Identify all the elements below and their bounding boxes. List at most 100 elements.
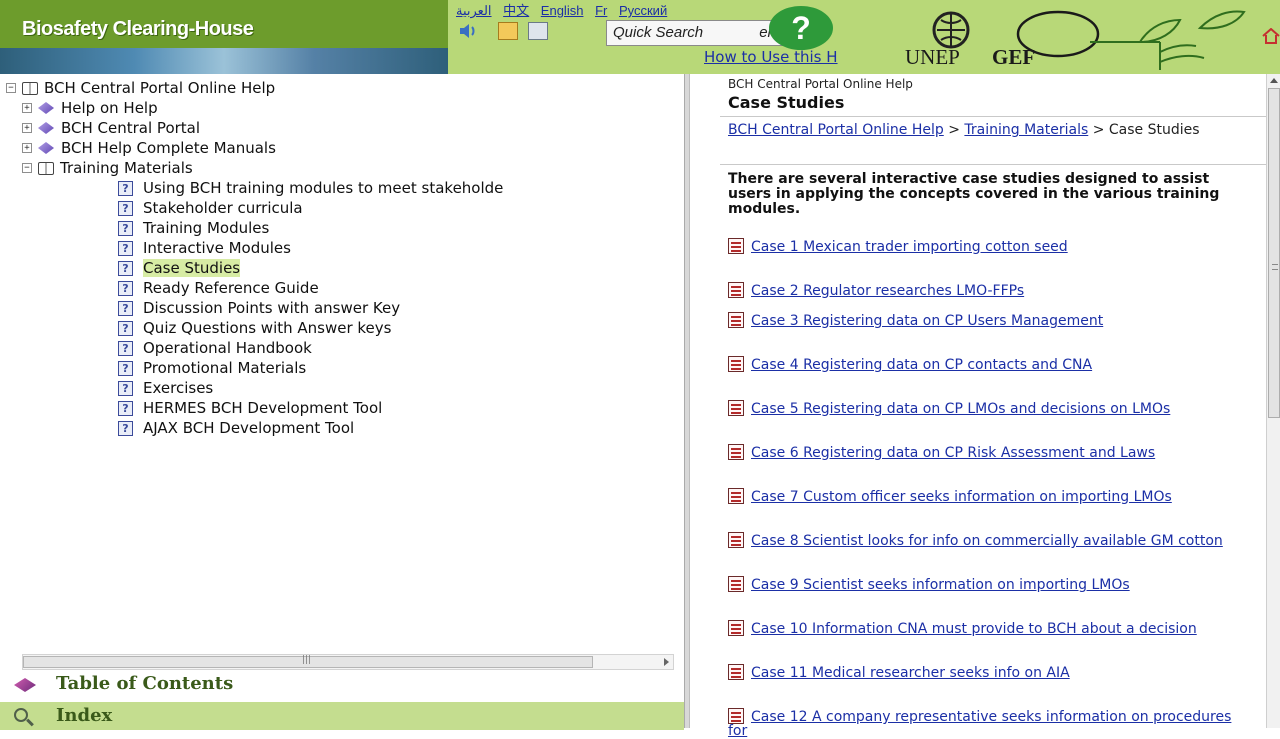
case-study-link[interactable]: Case 12 A company representative seeks i… — [728, 708, 1238, 738]
tree-item[interactable]: ? Quiz Questions with Answer keys — [118, 318, 391, 338]
tree-item[interactable]: ? Operational Handbook — [118, 338, 312, 358]
tree-item[interactable]: + BCH Help Complete Manuals — [22, 138, 276, 158]
scrollbar-thumb[interactable]: ||| — [23, 655, 593, 668]
tab-index[interactable]: Index — [0, 702, 684, 730]
collapse-toggle-icon[interactable]: − — [6, 83, 16, 93]
language-link-french[interactable]: Fr — [595, 3, 607, 18]
thumb-grip: ||| — [302, 655, 312, 665]
tree-item[interactable]: ? Promotional Materials — [118, 358, 306, 378]
tree-root[interactable]: − BCH Central Portal Online Help — [6, 78, 275, 98]
topic-diamond-icon — [38, 102, 54, 114]
language-link-arabic[interactable]: العربية — [456, 3, 492, 18]
help-tree: − BCH Central Portal Online Help + Help o… — [0, 74, 684, 649]
tree-item[interactable]: ? Interactive Modules — [118, 238, 291, 258]
pdf-icon — [728, 576, 744, 592]
tree-item-label: BCH Central Portal — [61, 119, 201, 137]
leaf-logo-icon — [1016, 10, 1246, 70]
collapse-toggle-icon[interactable]: − — [22, 163, 32, 173]
case-study-link[interactable]: Case 6 Registering data on CP Risk Asses… — [728, 444, 1238, 460]
case-study-link-label: Case 7 Custom officer seeks information … — [751, 489, 1172, 505]
help-page-icon: ? — [118, 340, 133, 356]
language-link-russian[interactable]: Русский — [619, 3, 667, 18]
case-study-link[interactable]: Case 10 Information CNA must provide to … — [728, 620, 1238, 636]
pdf-icon — [728, 400, 744, 416]
scrollbar-thumb[interactable] — [1268, 88, 1280, 418]
breadcrumb: BCH Central Portal Online Help > Trainin… — [728, 123, 1218, 138]
favorites-icon[interactable] — [498, 22, 518, 40]
language-link-english[interactable]: English — [541, 3, 584, 18]
case-study-link[interactable]: Case 5 Registering data on CP LMOs and d… — [728, 400, 1238, 416]
tree-item[interactable]: ? AJAX BCH Development Tool — [118, 418, 354, 438]
tab-table-of-contents[interactable]: Table of Contents — [0, 670, 684, 698]
help-icon[interactable]: ? — [769, 6, 833, 50]
tree-item-label: Interactive Modules — [143, 239, 291, 257]
horizontal-scrollbar[interactable]: ||| — [22, 654, 674, 670]
tree-item[interactable]: ? Discussion Points with answer Key — [118, 298, 400, 318]
open-book-icon — [22, 81, 38, 95]
home-icon[interactable] — [1262, 28, 1280, 44]
help-page-icon: ? — [118, 320, 133, 336]
case-study-link[interactable]: Case 11 Medical researcher seeks info on… — [728, 664, 1238, 680]
tree-item[interactable]: + Help on Help — [22, 98, 158, 118]
quick-search-input[interactable]: Quick Search ent scr — [606, 20, 804, 46]
case-study-link-label: Case 9 Scientist seeks information on im… — [751, 577, 1130, 593]
pdf-icon — [728, 282, 744, 298]
case-study-link[interactable]: Case 4 Registering data on CP contacts a… — [728, 356, 1238, 372]
expand-toggle-icon[interactable]: + — [22, 123, 32, 133]
help-page-icon: ? — [118, 220, 133, 236]
tab-table-of-contents-label: Table of Contents — [56, 673, 234, 694]
scroll-up-icon[interactable] — [1270, 78, 1278, 83]
expand-toggle-icon[interactable]: + — [22, 103, 32, 113]
pdf-icon — [728, 356, 744, 372]
pdf-icon — [728, 488, 744, 504]
topic-diamond-icon — [38, 142, 54, 154]
case-study-link-label: Case 8 Scientist looks for info on comme… — [751, 533, 1223, 549]
vertical-scrollbar[interactable] — [1266, 74, 1280, 728]
case-study-link[interactable]: Case 9 Scientist seeks information on im… — [728, 576, 1238, 592]
help-page-icon: ? — [118, 360, 133, 376]
contents-icon — [14, 678, 36, 692]
tree-item-label: Case Studies — [143, 259, 241, 277]
print-icon[interactable] — [528, 22, 548, 40]
help-page-icon: ? — [118, 180, 133, 196]
navigation-pane: − BCH Central Portal Online Help + Help o… — [0, 74, 684, 730]
tree-item[interactable]: ? Ready Reference Guide — [118, 278, 319, 298]
search-icon — [14, 708, 28, 722]
tree-item[interactable]: ? Case Studies — [118, 258, 241, 278]
expand-toggle-icon[interactable]: + — [22, 143, 32, 153]
brand-title[interactable]: Biosafety Clearing-House — [22, 18, 254, 41]
tree-item-label: Training Modules — [143, 219, 270, 237]
breadcrumb-link-training-materials[interactable]: Training Materials — [964, 122, 1088, 138]
how-to-link[interactable]: How to Use this H — [704, 48, 838, 66]
language-links: العربية 中文 English Fr Русский — [452, 0, 671, 19]
scroll-right-icon[interactable] — [664, 658, 669, 666]
tree-item[interactable]: − Training Materials — [22, 158, 193, 178]
case-study-link[interactable]: Case 7 Custom officer seeks information … — [728, 488, 1238, 504]
tree-item[interactable]: ? HERMES BCH Development Tool — [118, 398, 382, 418]
help-page-icon: ? — [118, 420, 133, 436]
tree-item[interactable]: ? Using BCH training modules to meet stak… — [118, 178, 503, 198]
tree-item-label: AJAX BCH Development Tool — [143, 419, 355, 437]
pdf-icon — [728, 708, 744, 724]
tree-item[interactable]: ? Exercises — [118, 378, 213, 398]
speaker-icon[interactable] — [458, 22, 478, 40]
case-study-link[interactable]: Case 3 Registering data on CP Users Mana… — [728, 312, 1238, 328]
divider — [720, 116, 1270, 117]
case-study-link-label: Case 4 Registering data on CP contacts a… — [751, 357, 1093, 373]
case-study-link[interactable]: Case 1 Mexican trader importing cotton s… — [728, 238, 1238, 254]
breadcrumb-link-online-help[interactable]: BCH Central Portal Online Help — [728, 122, 944, 138]
tree-item-label: Operational Handbook — [143, 339, 312, 357]
tree-item[interactable]: ? Stakeholder curricula — [118, 198, 303, 218]
breadcrumb-separator: > — [1088, 122, 1109, 138]
tree-item-label: Ready Reference Guide — [143, 279, 319, 297]
thumb-grip-icon — [1272, 264, 1278, 270]
language-link-chinese[interactable]: 中文 — [503, 3, 529, 18]
brand-decoration — [0, 48, 448, 74]
unep-label: UNEP — [905, 45, 960, 69]
tree-item[interactable]: + BCH Central Portal — [22, 118, 200, 138]
tree-item-label: BCH Help Complete Manuals — [61, 139, 276, 157]
case-study-link[interactable]: Case 2 Regulator researches LMO-FFPs — [728, 282, 1238, 298]
case-study-link[interactable]: Case 8 Scientist looks for info on comme… — [728, 532, 1238, 548]
tree-item[interactable]: ? Training Modules — [118, 218, 269, 238]
tree-root-label: BCH Central Portal Online Help — [44, 79, 276, 97]
